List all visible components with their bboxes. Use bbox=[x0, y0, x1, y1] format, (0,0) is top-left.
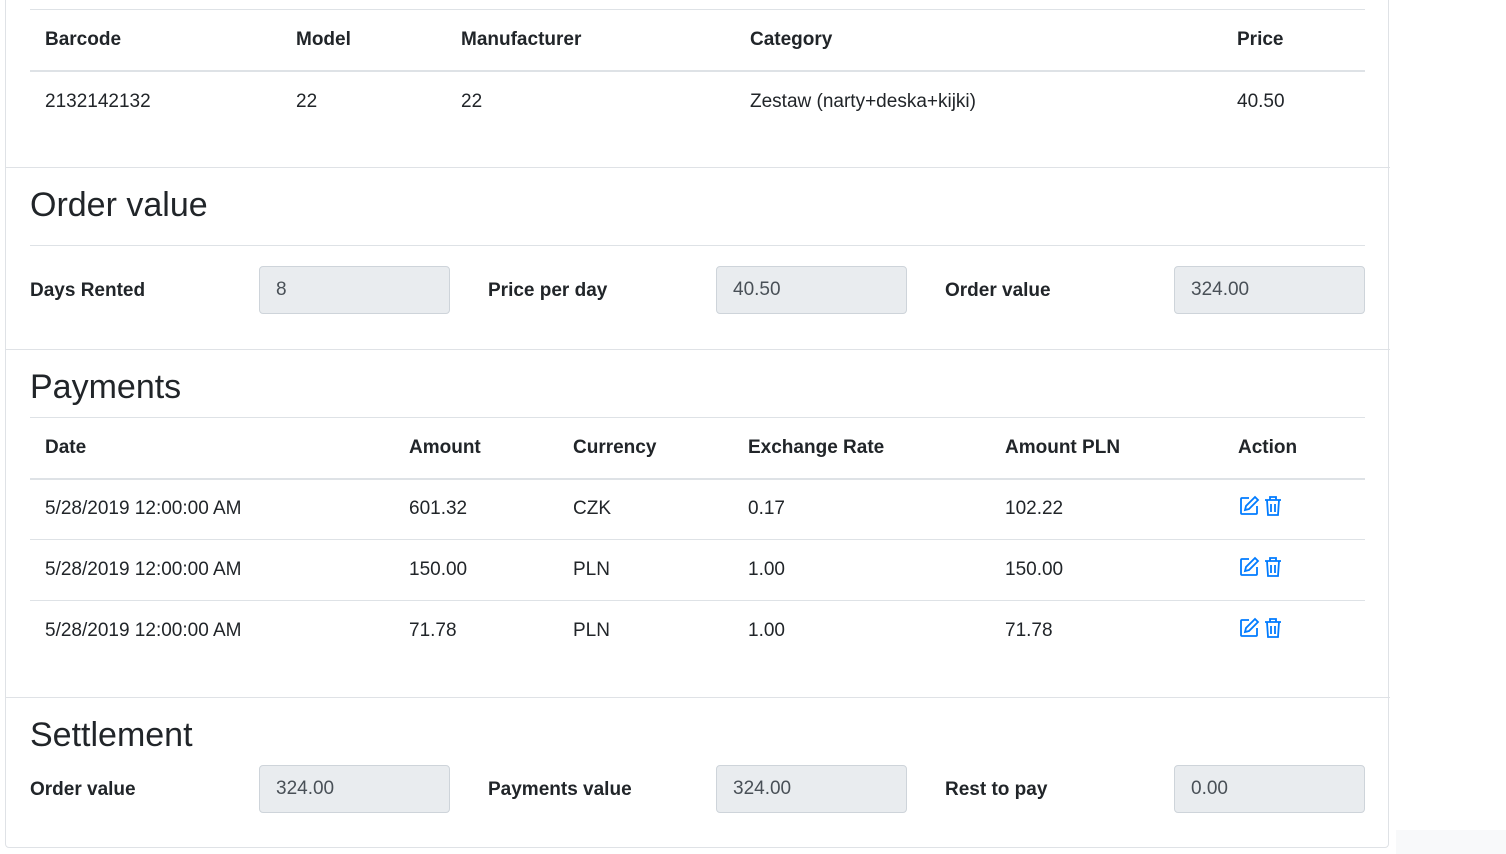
order-value-label: Order value bbox=[945, 280, 1051, 301]
cell-manufacturer: 22 bbox=[461, 91, 483, 112]
cell-currency: PLN bbox=[573, 559, 610, 580]
col-price: Price bbox=[1237, 28, 1284, 50]
table-row: 5/28/2019 12:00:00 AM 601.32 CZK 0.17 10… bbox=[30, 479, 1365, 540]
cell-model: 22 bbox=[296, 91, 318, 112]
divider bbox=[30, 245, 1365, 246]
payments-value-label: Payments value bbox=[488, 779, 632, 800]
payments-table: Date Amount Currency Exchange Rate Amoun… bbox=[30, 417, 1365, 662]
cell-currency: CZK bbox=[573, 498, 611, 520]
settlement-order-value-field[interactable]: 324.00 bbox=[259, 765, 450, 813]
cell-category: Zestaw (narty+deska+kijki) bbox=[750, 91, 976, 112]
trash-icon[interactable] bbox=[1264, 556, 1282, 578]
items-table: Barcode Model Manufacturer Category Pric… bbox=[30, 9, 1365, 133]
edit-icon[interactable] bbox=[1238, 617, 1260, 639]
col-action: Action bbox=[1238, 436, 1298, 458]
section-divider bbox=[5, 697, 1390, 698]
trash-icon[interactable] bbox=[1264, 495, 1282, 517]
col-currency: Currency bbox=[573, 436, 657, 458]
table-row: 5/28/2019 12:00:00 AM 150.00 PLN 1.00 15… bbox=[30, 540, 1365, 601]
cell-amount: 71.78 bbox=[409, 620, 457, 642]
cell-exchange-rate: 0.17 bbox=[748, 498, 785, 520]
days-rented-field[interactable]: 8 bbox=[259, 266, 450, 314]
col-manufacturer: Manufacturer bbox=[461, 28, 582, 50]
price-per-day-label: Price per day bbox=[488, 280, 608, 301]
order-value-field[interactable]: 324.00 bbox=[1174, 266, 1365, 314]
col-amount-pln: Amount PLN bbox=[1005, 436, 1121, 458]
col-barcode: Barcode bbox=[45, 28, 122, 50]
cell-amount-pln: 102.22 bbox=[1005, 498, 1064, 520]
col-category: Category bbox=[750, 28, 833, 50]
cell-amount-pln: 150.00 bbox=[1005, 559, 1064, 580]
edit-icon[interactable] bbox=[1238, 495, 1260, 517]
cell-amount-pln: 71.78 bbox=[1005, 620, 1053, 642]
cell-date: 5/28/2019 12:00:00 AM bbox=[45, 498, 242, 520]
settlement-title: Settlement bbox=[30, 716, 193, 754]
col-date: Date bbox=[45, 436, 87, 458]
days-rented-label: Days Rented bbox=[30, 280, 146, 301]
table-row: 2132142132 22 22 Zestaw (narty+deska+kij… bbox=[30, 71, 1365, 133]
order-value-title: Order value bbox=[30, 186, 208, 224]
table-row: 5/28/2019 12:00:00 AM 71.78 PLN 1.00 71.… bbox=[30, 601, 1365, 662]
cell-action bbox=[1223, 540, 1365, 601]
cell-exchange-rate: 1.00 bbox=[748, 559, 785, 580]
trash-icon[interactable] bbox=[1264, 617, 1282, 639]
rest-to-pay-label: Rest to pay bbox=[945, 779, 1048, 800]
cell-exchange-rate: 1.00 bbox=[748, 620, 785, 642]
edit-icon[interactable] bbox=[1238, 556, 1260, 578]
settlement-order-value-label: Order value bbox=[30, 779, 136, 800]
page-background-top bbox=[1396, 0, 1506, 830]
payments-value-field[interactable]: 324.00 bbox=[716, 765, 907, 813]
cell-price: 40.50 bbox=[1237, 91, 1285, 112]
cell-amount: 601.32 bbox=[409, 498, 468, 520]
cell-amount: 150.00 bbox=[409, 559, 468, 580]
cell-date: 5/28/2019 12:00:00 AM bbox=[45, 620, 242, 642]
cell-barcode: 2132142132 bbox=[45, 91, 151, 112]
section-divider bbox=[5, 349, 1390, 350]
cell-action bbox=[1223, 479, 1365, 540]
cell-date: 5/28/2019 12:00:00 AM bbox=[45, 559, 242, 580]
cell-action bbox=[1223, 601, 1365, 662]
col-model: Model bbox=[296, 28, 351, 50]
price-per-day-field[interactable]: 40.50 bbox=[716, 266, 907, 314]
payments-title: Payments bbox=[30, 368, 182, 406]
rest-to-pay-field[interactable]: 0.00 bbox=[1174, 765, 1365, 813]
payments-table-header: Date Amount Currency Exchange Rate Amoun… bbox=[30, 417, 1365, 479]
cell-currency: PLN bbox=[573, 620, 610, 642]
items-table-header: Barcode Model Manufacturer Category Pric… bbox=[30, 9, 1365, 71]
page-background bbox=[1396, 0, 1506, 854]
section-divider bbox=[5, 167, 1390, 168]
col-exchange-rate: Exchange Rate bbox=[748, 436, 885, 458]
col-amount: Amount bbox=[409, 436, 481, 458]
